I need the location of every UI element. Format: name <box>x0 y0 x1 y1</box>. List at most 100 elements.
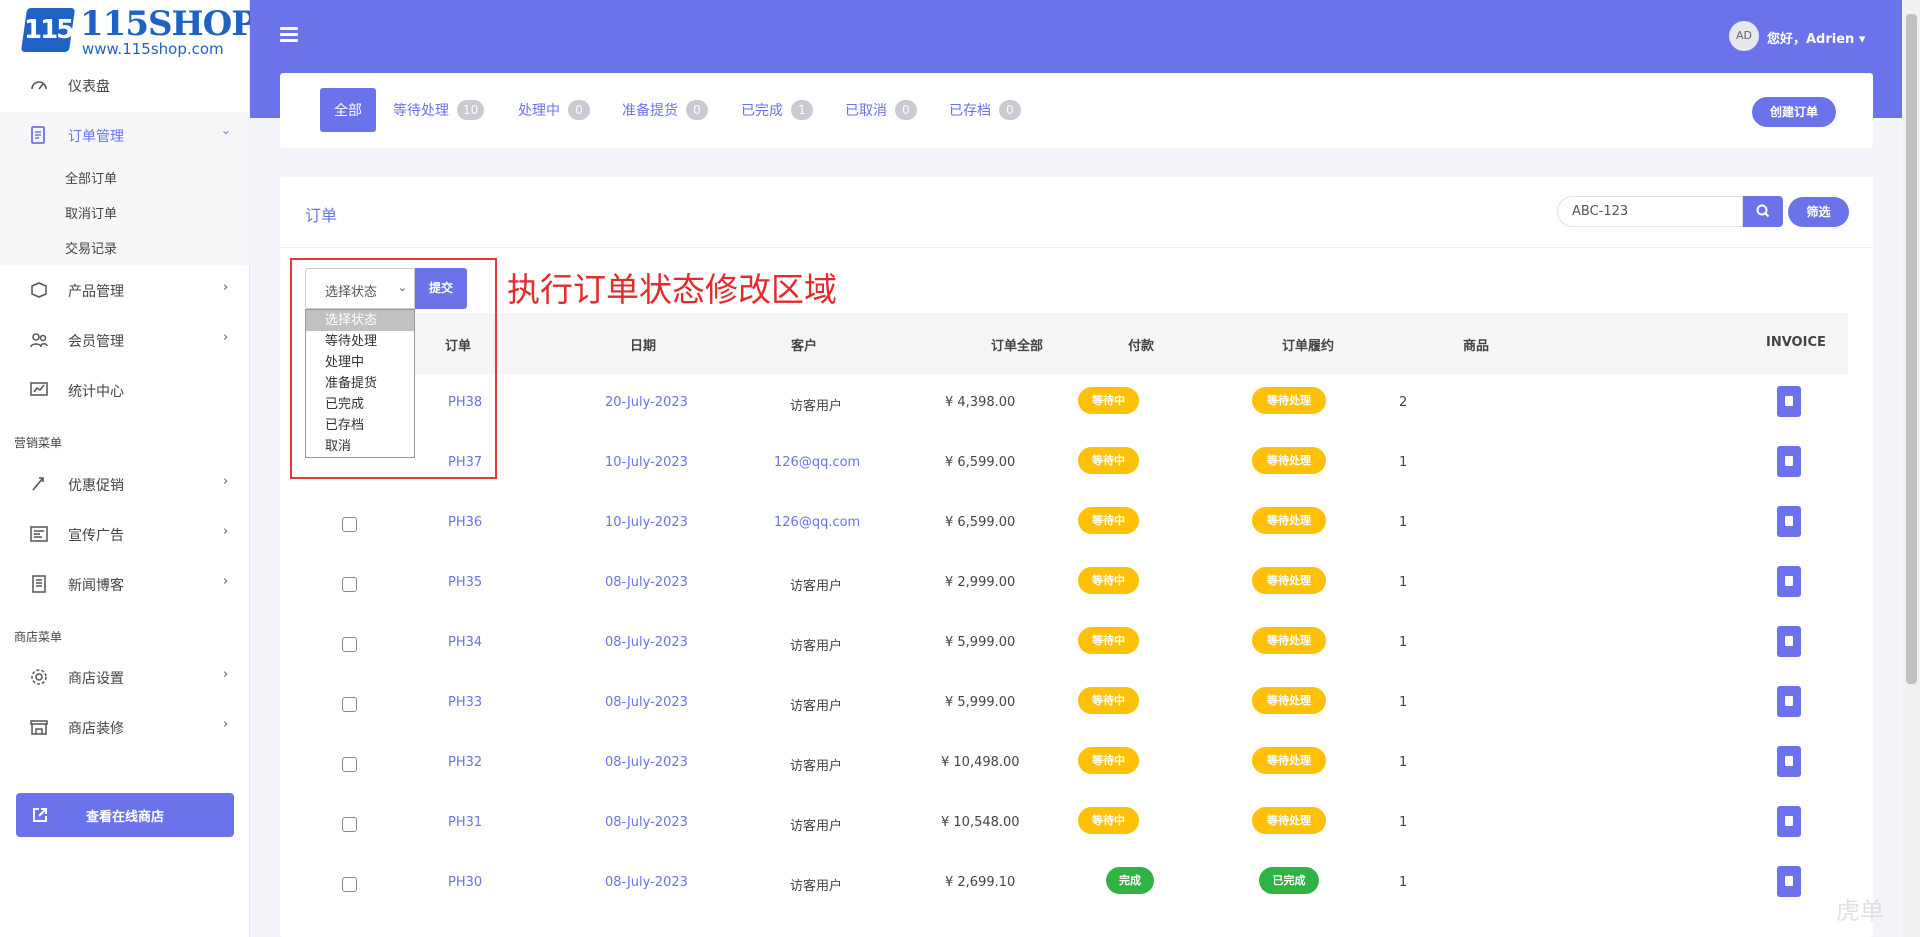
fulfillment-badge: 等待处理 <box>1252 747 1326 774</box>
sidebar-item-promo[interactable]: 优惠促销 › <box>0 462 250 506</box>
order-id-link[interactable]: PH31 <box>448 815 482 830</box>
order-customer[interactable]: 126@qq.com <box>774 515 860 530</box>
table-row: PH37 10-July-2023 126@qq.com ¥ 6,599.00 等待中等… <box>305 434 1848 494</box>
brand-logo[interactable]: 115 115SHOP www.115shop.com <box>20 4 257 58</box>
row-checkbox[interactable] <box>342 877 357 892</box>
menu-toggle-icon[interactable] <box>280 27 298 43</box>
tab-cancelled[interactable]: 已取消 0 <box>845 88 917 132</box>
order-id-link[interactable]: PH35 <box>448 575 482 590</box>
invoice-button[interactable] <box>1777 566 1801 597</box>
order-items: 1 <box>1399 455 1408 470</box>
payment-badge: 等待中 <box>1078 447 1139 474</box>
order-total: ¥ 4,398.00 <box>945 395 1016 410</box>
sidebar-item-label: 商店设置 <box>68 671 124 687</box>
chevron-right-icon: › <box>223 574 229 589</box>
sidebar-item-label: 统计中心 <box>68 384 124 400</box>
fulfillment-badge: 等待处理 <box>1252 387 1326 414</box>
sidebar-item-label: 商店装修 <box>68 721 124 737</box>
col-date: 日期 <box>630 339 657 354</box>
sidebar-item-members[interactable]: 会员管理 › <box>0 318 250 362</box>
count-badge: 1 <box>791 100 813 120</box>
promo-icon <box>32 477 44 491</box>
tab-all[interactable]: 全部 <box>320 88 376 132</box>
file-icon <box>1785 756 1793 766</box>
order-id-link[interactable]: PH32 <box>448 755 482 770</box>
sidebar-item-label: 宣传广告 <box>68 528 124 544</box>
status-tabs-card: 全部 等待处理 10 处理中 0 准备提货 0 已完成 1 已取消 0 已存档 0 创建订单 <box>280 73 1873 148</box>
submenu-transactions[interactable]: 交易记录 <box>65 238 117 257</box>
brand-name: 115SHOP <box>80 4 257 44</box>
order-id-link[interactable]: PH36 <box>448 515 482 530</box>
order-items: 1 <box>1399 695 1408 710</box>
order-total: ¥ 2,699.10 <box>945 875 1016 890</box>
payment-badge: 完成 <box>1106 867 1154 894</box>
sidebar-item-label: 新闻博客 <box>68 578 124 594</box>
sidebar-item-dashboard[interactable]: 仪表盘 <box>0 63 250 107</box>
invoice-button[interactable] <box>1777 746 1801 777</box>
table-header: 订单 日期 客户 订单全部 付款 商品 订单履约 INVOICE <box>305 313 1848 374</box>
search-button[interactable] <box>1743 196 1783 227</box>
invoice-button[interactable] <box>1777 626 1801 657</box>
tab-pending[interactable]: 等待处理 10 <box>393 88 485 132</box>
row-checkbox[interactable] <box>342 817 357 832</box>
col-fulfillment: 订单履约 <box>1282 339 1335 354</box>
sidebar-item-label: 会员管理 <box>68 334 124 350</box>
invoice-button[interactable] <box>1777 386 1801 417</box>
submenu-all-orders[interactable]: 全部订单 <box>65 168 117 187</box>
row-checkbox[interactable] <box>342 577 357 592</box>
invoice-button[interactable] <box>1777 506 1801 537</box>
dashboard-icon <box>31 81 47 90</box>
sidebar-item-products[interactable]: 产品管理 › <box>0 268 250 312</box>
row-checkbox[interactable] <box>342 757 357 772</box>
count-badge: 0 <box>999 100 1021 120</box>
order-date: 08-July-2023 <box>605 815 688 830</box>
sidebar-item-store-settings[interactable]: 商店设置 › <box>0 655 250 699</box>
view-store-button[interactable]: 查看在线商店 <box>16 793 234 837</box>
row-checkbox[interactable] <box>342 517 357 532</box>
order-customer: 访客用户 <box>790 579 843 594</box>
order-id-link[interactable]: PH33 <box>448 695 482 710</box>
card-title: 订单 <box>305 206 338 225</box>
payment-badge: 等待中 <box>1078 687 1139 714</box>
payment-badge: 等待中 <box>1078 567 1139 594</box>
create-order-button[interactable]: 创建订单 <box>1752 97 1836 127</box>
sidebar-item-orders[interactable]: 订单管理 › <box>0 113 250 157</box>
count-badge: 10 <box>457 100 485 120</box>
annotation-text: 执行订单状态修改区域 <box>507 270 837 309</box>
fulfillment-badge: 等待处理 <box>1252 807 1326 834</box>
invoice-button[interactable] <box>1777 686 1801 717</box>
count-badge: 0 <box>686 100 708 120</box>
file-icon <box>1785 456 1793 466</box>
tab-ready[interactable]: 准备提货 0 <box>622 88 708 132</box>
chevron-right-icon: › <box>223 330 229 345</box>
file-icon <box>1785 636 1793 646</box>
payment-badge: 等待中 <box>1078 387 1139 414</box>
invoice-button[interactable] <box>1777 806 1801 837</box>
tab-processing[interactable]: 处理中 0 <box>518 88 590 132</box>
fulfillment-badge: 等待处理 <box>1252 567 1326 594</box>
scrollbar-thumb[interactable] <box>1906 14 1917 684</box>
invoice-button[interactable] <box>1777 446 1801 477</box>
submenu-cancel-orders[interactable]: 取消订单 <box>65 203 117 222</box>
sidebar-item-news[interactable]: 新闻博客 › <box>0 562 250 606</box>
chevron-down-icon: › <box>218 129 234 136</box>
count-badge: 0 <box>568 100 590 120</box>
tab-archived[interactable]: 已存档 0 <box>949 88 1021 132</box>
table-row: PH38 20-July-2023 访客用户 ¥ 4,398.00 等待中 等待处理 2 <box>305 374 1848 434</box>
sidebar-item-store-design[interactable]: 商店装修 › <box>0 705 250 749</box>
file-icon <box>1785 816 1793 826</box>
row-checkbox[interactable] <box>342 697 357 712</box>
col-items: 商品 <box>1463 339 1490 354</box>
sidebar-item-ads[interactable]: 宣传广告 › <box>0 512 250 556</box>
sidebar-item-stats[interactable]: 统计中心 <box>0 368 250 412</box>
invoice-button[interactable] <box>1777 866 1801 897</box>
fulfillment-badge: 等待处理 <box>1252 507 1326 534</box>
row-checkbox[interactable] <box>342 637 357 652</box>
order-total: ¥ 10,548.00 <box>941 815 1020 830</box>
search-input[interactable]: ABC-123 <box>1557 196 1743 227</box>
filter-button[interactable]: 筛选 <box>1788 197 1849 227</box>
order-id-link[interactable]: PH30 <box>448 875 482 890</box>
order-id-link[interactable]: PH34 <box>448 635 482 650</box>
order-customer[interactable]: 126@qq.com <box>774 455 860 470</box>
tab-completed[interactable]: 已完成 1 <box>741 88 813 132</box>
